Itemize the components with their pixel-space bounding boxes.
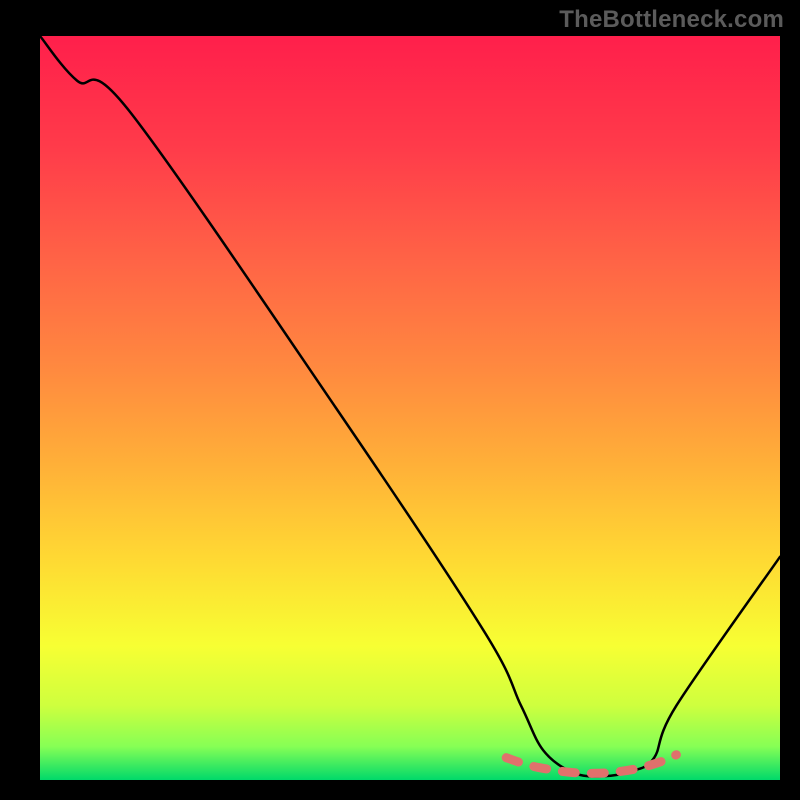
plot-background — [40, 36, 780, 780]
chart-container: TheBottleneck.com — [0, 0, 800, 800]
watermark-text: TheBottleneck.com — [559, 6, 784, 34]
bottleneck-chart — [0, 0, 800, 800]
